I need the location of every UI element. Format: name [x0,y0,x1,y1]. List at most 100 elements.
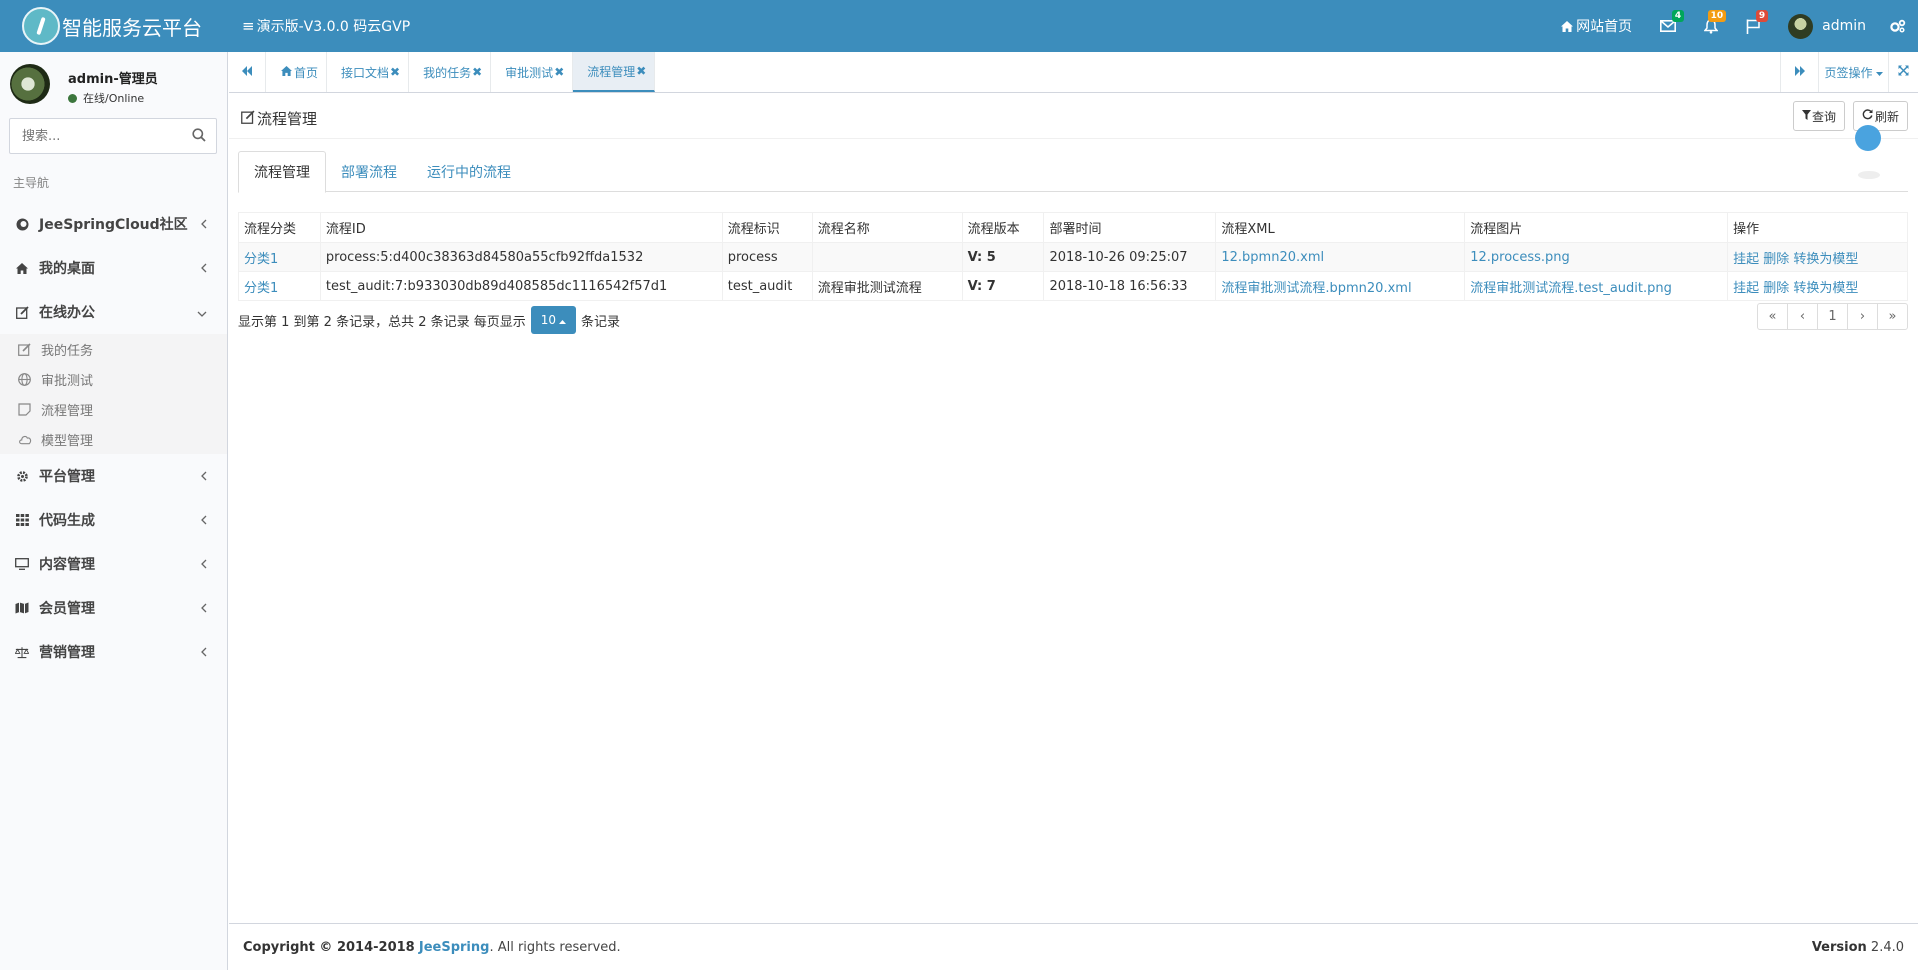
process-name: 流程审批测试流程 [811,271,963,301]
first-page-button[interactable]: « [1757,303,1788,330]
tasks-button[interactable]: 9 [1732,0,1774,52]
close-icon[interactable]: ✖ [472,65,482,79]
tab-api-docs[interactable]: 接口文档 ✖ [327,52,410,92]
last-page-button[interactable]: » [1877,303,1908,330]
sidebar-item-model-management[interactable]: 模型管理 [0,424,227,454]
brand-link[interactable]: JeeSpring [419,940,490,955]
gears-icon [1890,19,1906,33]
column-header: 操作 [1727,212,1908,243]
menu-icon: ≡ [242,17,255,35]
table-row: 分类1 test_audit:7:b933030db89d408585dc111… [238,271,1908,301]
page-size-select[interactable]: 10 [530,306,577,334]
process-tabs: 流程管理 部署流程 运行中的流程 [238,151,1908,193]
tab-my-tasks[interactable]: 我的任务 ✖ [409,52,492,92]
query-button[interactable]: 查询 [1792,101,1845,131]
image-link[interactable]: 12.process.png [1470,250,1570,265]
cloud-icon [18,432,32,446]
sidebar-item-marketing[interactable]: 营销管理 [0,630,227,674]
balance-scale-icon [15,645,29,659]
tab-process-management[interactable]: 流程管理 ✖ [573,52,656,92]
loading-indicator [1855,125,1881,151]
close-icon[interactable]: ✖ [554,65,564,79]
close-icon[interactable]: ✖ [636,64,646,78]
sidebar-item-my-tasks[interactable]: 我的任务 [0,334,227,364]
column-header[interactable]: 流程版本 [961,212,1045,243]
page-number-button[interactable]: 1 [1817,303,1848,330]
image-link[interactable]: 流程审批测试流程.test_audit.png [1470,281,1672,296]
copyright: Copyright © 2014-2018 JeeSpring. All rig… [243,939,621,955]
messages-button[interactable]: 4 [1646,0,1690,52]
sidebar-item-codegen[interactable]: 代码生成 [0,498,227,542]
column-header[interactable]: 流程图片 [1464,212,1729,243]
column-header[interactable]: 流程分类 [238,212,321,243]
suspend-link[interactable]: 挂起 [1733,252,1759,267]
notifications-button[interactable]: 10 [1690,0,1732,52]
column-header[interactable]: 流程标识 [721,212,813,243]
table-row: 分类1 process:5:d400c38363d84580a55cfb92ff… [238,242,1908,272]
column-header[interactable]: 流程名称 [811,212,963,243]
filter-icon [1801,109,1811,123]
tab-running-processes[interactable]: 运行中的流程 [412,151,526,192]
site-home-link[interactable]: 网站首页 [1547,0,1646,52]
tasks-badge: 9 [1755,10,1769,22]
delete-link[interactable]: 删除 [1763,281,1789,296]
next-page-button[interactable]: › [1847,303,1878,330]
deploy-time: 2018-10-26 09:25:07 [1043,242,1217,272]
user-menu[interactable]: admin [1774,0,1884,52]
tabs-scroll-left-button[interactable] [229,52,266,92]
xml-link[interactable]: 12.bpmn20.xml [1221,250,1324,265]
sidebar-item-members[interactable]: 会员管理 [0,586,227,630]
suspend-link[interactable]: 挂起 [1733,281,1759,296]
header-divider [229,138,1918,139]
category-link[interactable]: 分类1 [244,252,278,267]
caret-up-icon [559,313,567,327]
sidebar-item-process-management[interactable]: 流程管理 [0,394,227,424]
delete-link[interactable]: 删除 [1763,252,1789,267]
app-subtitle: 演示版-V3.0.0 码云GVP [256,19,411,35]
fullscreen-button[interactable] [1888,52,1918,92]
sidebar-item-desktop[interactable]: 我的桌面 [0,246,227,290]
column-header[interactable]: 流程ID [319,212,723,243]
tabs-scroll-right-button[interactable] [1780,52,1818,92]
tab-home[interactable]: 首页 [267,52,328,92]
convert-to-model-link[interactable]: 转换为模型 [1793,252,1858,267]
main-nav: JeeSpringCloud社区 我的桌面 在线办公 我的任务 审批测试 流程管… [0,202,227,674]
sidebar-toggle[interactable]: ≡ 演示版-V3.0.0 码云GVP [242,0,410,52]
process-version: V: 5 [961,242,1045,272]
settings-button[interactable] [1884,0,1918,52]
category-link[interactable]: 分类1 [244,281,278,296]
edit-icon [18,342,32,356]
column-header[interactable]: 流程XML [1215,212,1466,243]
prev-page-button[interactable]: ‹ [1787,303,1818,330]
tab-operations-dropdown[interactable]: 页签操作 [1818,52,1888,92]
tab-process-list[interactable]: 流程管理 [238,151,326,193]
firefox-icon [15,217,29,231]
xml-link[interactable]: 流程审批测试流程.bpmn20.xml [1221,281,1411,296]
search-icon[interactable] [192,128,206,146]
expand-icon [1898,65,1909,79]
edit-icon [241,109,255,128]
process-id: process:5:d400c38363d84580a55cfb92ffda15… [319,242,723,272]
logo[interactable]: 智能服务云平台 [0,0,228,52]
search-input[interactable] [10,119,180,153]
tab-approval-test[interactable]: 审批测试 ✖ [491,52,574,92]
column-header[interactable]: 部署时间 [1043,212,1217,243]
user-name: admin [1822,18,1866,34]
close-icon[interactable]: ✖ [390,65,400,79]
sidebar-item-content[interactable]: 内容管理 [0,542,227,586]
tab-deploy-process[interactable]: 部署流程 [326,151,412,192]
footer: Copyright © 2014-2018 JeeSpring. All rig… [229,923,1918,970]
chevron-left-icon [201,645,207,661]
chevron-left-icon [201,513,207,529]
process-key: process [721,242,813,272]
chevron-down-icon [197,305,207,321]
convert-to-model-link[interactable]: 转换为模型 [1793,281,1858,296]
sidebar-item-office[interactable]: 在线办公 [0,290,227,334]
logo-icon [22,7,60,45]
sidebar-item-approval-test[interactable]: 审批测试 [0,364,227,394]
sidebar-item-community[interactable]: JeeSpringCloud社区 [0,202,227,246]
grid-icon [15,513,29,527]
chevron-left-icon [201,469,207,485]
sidebar-item-platform[interactable]: 平台管理 [0,454,227,498]
double-chevron-right-icon [1794,65,1806,79]
